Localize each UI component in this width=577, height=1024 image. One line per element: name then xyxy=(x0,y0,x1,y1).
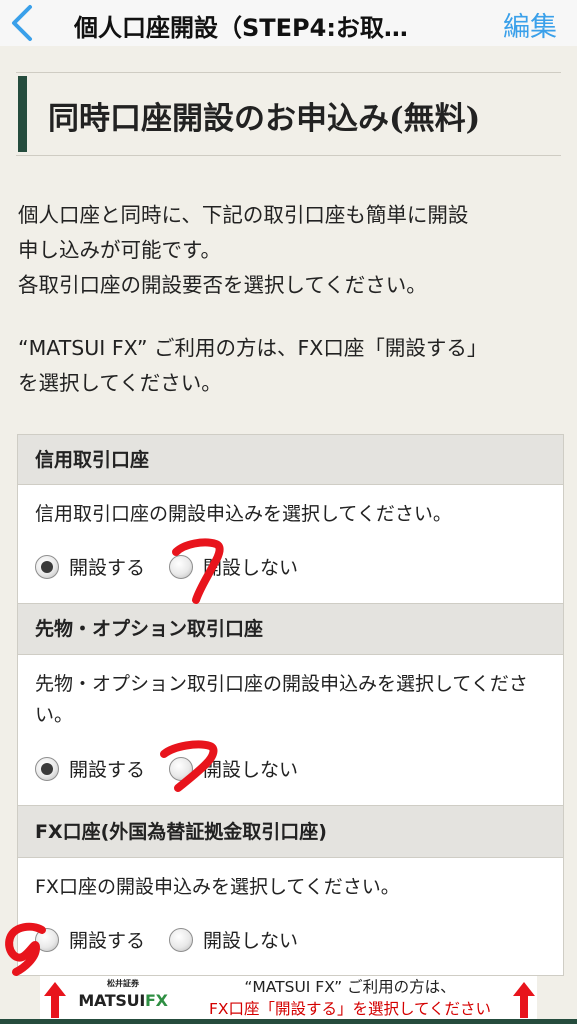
navigation-bar: 個人口座開設（STEP4:お取… 編集 xyxy=(0,0,577,46)
back-button[interactable] xyxy=(4,3,44,43)
radio-open-margin[interactable]: 開設する xyxy=(35,553,145,580)
intro-line: 個人口座と同時に、下記の取引口座も簡単に開設 xyxy=(18,203,469,227)
matsui-fx-logo: 松井証券 MATSUIFX xyxy=(78,979,168,1010)
annotation-scribble xyxy=(160,740,218,792)
matsui-fx-banner[interactable]: 松井証券 MATSUIFX “MATSUI FX” ご利用の方は、 FX口座「開… xyxy=(40,976,537,1024)
radio-no-fx[interactable]: 開設しない xyxy=(169,926,298,953)
section-description: 先物・オプション取引口座の開設申込みを選択してください。 xyxy=(35,673,528,726)
radio-button-checked[interactable] xyxy=(35,554,59,579)
banner-text: “MATSUI FX” ご利用の方は、 FX口座「開設する」を選択してください xyxy=(180,976,520,1020)
page-title: 個人口座開設（STEP4:お取… xyxy=(74,14,408,42)
intro-line: 申し込みが可能です。 xyxy=(18,238,221,262)
section-header-futures: 先物・オプション取引口座 xyxy=(18,604,563,655)
intro-line: 各取引口座の開設要否を選択してください。 xyxy=(18,273,427,297)
intro-text: 個人口座と同時に、下記の取引口座も簡単に開設 申し込みが可能です。 各取引口座の… xyxy=(18,198,563,401)
section-header-fx: FX口座(外国為替証拠金取引口座) xyxy=(18,806,563,858)
banner-line-red: FX口座「開設する」を選択してください xyxy=(208,1000,492,1018)
banner-line: “MATSUI FX” ご利用の方は、 xyxy=(244,978,456,996)
radio-button[interactable] xyxy=(169,927,194,952)
radio-group-fx: 開設する 開設しない xyxy=(35,926,298,953)
radio-label: 開設する xyxy=(69,930,146,952)
account-options-card: 信用取引口座 信用取引口座の開設申込みを選択してください。 開設する 開設しない… xyxy=(17,434,564,976)
radio-label: 開設しない xyxy=(203,930,299,952)
annotation-scribble xyxy=(5,922,46,976)
arrow-up-icon xyxy=(44,982,66,1018)
section-header-margin: 信用取引口座 xyxy=(18,435,563,485)
radio-open-futures[interactable]: 開設する xyxy=(35,755,145,782)
annotation-scribble xyxy=(172,538,224,604)
heading-title: 同時口座開設のお申込み(無料) xyxy=(48,101,481,137)
edit-button[interactable]: 編集 xyxy=(503,5,557,44)
arrow-up-icon xyxy=(513,982,535,1018)
bottom-strip xyxy=(0,1019,577,1024)
radio-label: 開設する xyxy=(69,557,146,579)
section-description: FX口座の開設申込みを選択してください。 xyxy=(35,876,400,898)
matsui-note-line: “MATSUI FX” ご利用の方は、FX口座「開設する」 xyxy=(18,336,488,360)
heading-accent-bar xyxy=(18,76,27,152)
matsui-note-line: を選択してください。 xyxy=(18,371,222,395)
chevron-left-icon xyxy=(12,5,32,41)
section-body-margin: 信用取引口座の開設申込みを選択してください。 開設する 開設しない xyxy=(18,485,563,604)
section-body-futures: 先物・オプション取引口座の開設申込みを選択してください。 開設する 開設しない xyxy=(18,655,563,806)
radio-group-margin: 開設する 開設しない xyxy=(35,553,298,580)
section-description: 信用取引口座の開設申込みを選択してください。 xyxy=(35,503,452,525)
radio-button-checked[interactable] xyxy=(35,756,59,781)
radio-label: 開設する xyxy=(69,759,146,781)
section-body-fx: FX口座の開設申込みを選択してください。 開設する 開設しない xyxy=(18,858,563,975)
section-heading: 同時口座開設のお申込み(無料) xyxy=(16,72,561,156)
